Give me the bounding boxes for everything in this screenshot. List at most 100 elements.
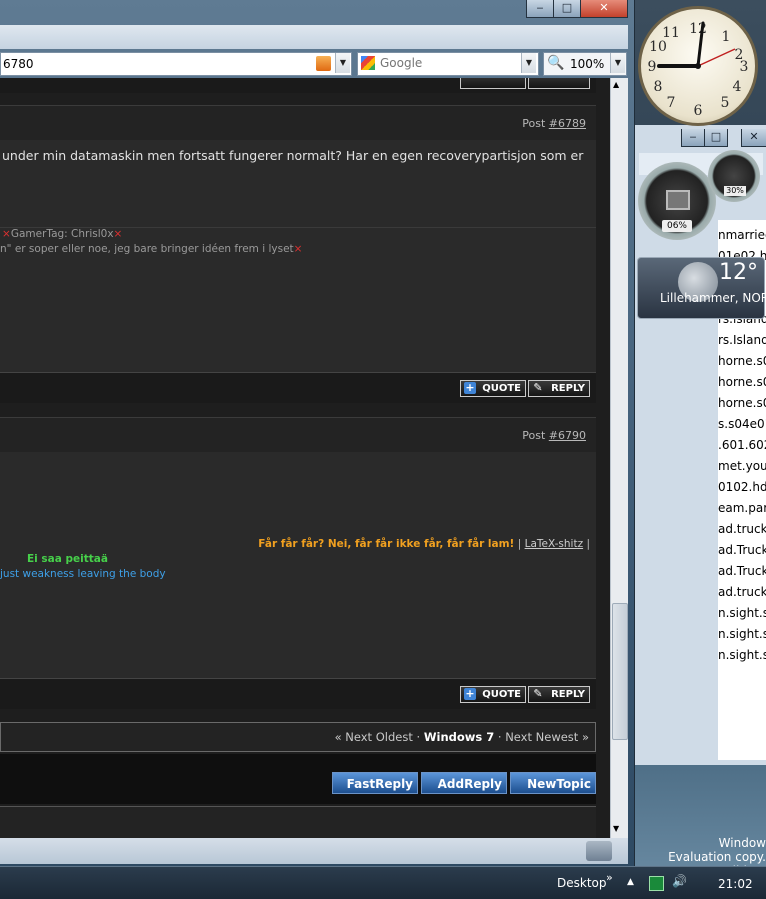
file-list-item[interactable]: ad.trucke (718, 522, 766, 542)
signature-line: n" er soper eller noe, jeg bare bringer … (0, 243, 303, 255)
trash-icon[interactable] (586, 841, 612, 861)
quote-button[interactable]: + QUOTE (460, 686, 526, 703)
next-oldest-link[interactable]: « Next Oldest (335, 730, 413, 744)
file-list-item[interactable]: horne.s01 (718, 354, 766, 374)
volume-icon[interactable]: 🔊 (672, 874, 687, 888)
post-text: under min datamaskin men fortsatt funger… (2, 148, 584, 163)
post-header: Post #6789 (0, 105, 596, 141)
file-list-item[interactable]: n.sight.s (718, 606, 766, 626)
google-icon (361, 56, 375, 70)
file-list-item[interactable]: horne.s01 (718, 375, 766, 395)
signature-line: just weakness leaving the body (0, 568, 166, 580)
svg-text:9: 9 (648, 59, 657, 75)
svg-text:6: 6 (694, 103, 703, 119)
file-list-item[interactable]: ad.trucke (718, 585, 766, 605)
cross-icon: × (2, 228, 11, 240)
browser-window[interactable]: ‒ □ ✕ 6780 ▼ ▼ 🔍 100% ▼ Post #6789 under… (0, 0, 635, 866)
svg-text:8: 8 (654, 79, 663, 95)
desktop-toolbar-label[interactable]: Desktop (557, 876, 607, 890)
show-hidden-icons-icon[interactable]: ▲ (627, 877, 634, 887)
minimize-icon[interactable]: ‒ (681, 129, 705, 147)
topic-link[interactable]: Windows 7 (424, 730, 494, 744)
signature-line: Får får får? Nei, får får ikke får, får … (258, 538, 590, 550)
file-list-item[interactable]: 0102.hdt (718, 480, 766, 500)
vertical-scrollbar[interactable]: ▲ ▼ (610, 78, 628, 838)
quote-button[interactable] (460, 78, 526, 89)
taskbar: Desktop » ▲ 🔊 21:02 (0, 866, 766, 899)
file-list-item[interactable]: rs.Island (718, 333, 766, 353)
maximize-icon[interactable]: □ (553, 0, 581, 18)
file-list-item[interactable]: .601.602. (718, 438, 766, 458)
svg-text:3: 3 (740, 59, 749, 75)
topic-nav-links: « Next Oldest · Windows 7 · Next Newest … (334, 730, 589, 744)
cpu-chip-icon (666, 190, 690, 210)
explorer-titlebar[interactable]: ‒ □ ✕ (643, 129, 766, 147)
file-list-item[interactable]: horne.s01 (718, 396, 766, 416)
reply-button[interactable]: ✎ REPLY (528, 380, 590, 397)
file-list-item[interactable]: s.s04e01 (718, 417, 766, 437)
chevron-down-icon[interactable]: ▼ (613, 824, 619, 833)
chevron-down-icon[interactable]: ▼ (335, 53, 350, 73)
minimize-icon[interactable]: ‒ (526, 0, 554, 18)
post-number: Post #6790 (522, 429, 586, 442)
file-list-item[interactable]: eam.para (718, 501, 766, 521)
svg-text:11: 11 (662, 25, 680, 41)
chevron-down-icon[interactable]: ▼ (521, 53, 536, 73)
search-box[interactable]: ▼ (357, 52, 539, 76)
page-bottom-panel (0, 806, 596, 838)
chevron-down-icon[interactable]: ▼ (610, 53, 625, 73)
search-input[interactable] (380, 55, 515, 71)
address-bar[interactable]: 6780 ▼ (0, 52, 352, 76)
maximize-icon[interactable]: □ (704, 129, 728, 147)
cpu-gauge: 06% (638, 162, 716, 240)
post-link[interactable]: #6789 (549, 117, 586, 130)
post-header: Post #6790 (0, 417, 596, 453)
quote-button[interactable]: + QUOTE (460, 380, 526, 397)
svg-text:4: 4 (733, 79, 742, 95)
pencil-icon: ✎ (533, 381, 543, 394)
svg-text:1: 1 (722, 29, 731, 45)
scrollbar-thumb[interactable] (612, 603, 628, 740)
svg-text:10: 10 (649, 39, 667, 55)
post-footer: + QUOTE ✎ REPLY (0, 372, 596, 403)
memory-percent: 30% (724, 186, 746, 196)
clock-time[interactable]: 21:02 (718, 877, 753, 891)
post-number: Post #6789 (522, 117, 586, 130)
post-link[interactable]: #6790 (549, 429, 586, 442)
latex-link[interactable]: LaTeX-shitz (525, 538, 584, 550)
close-icon[interactable]: ✕ (741, 129, 766, 147)
file-list-item[interactable]: n.sight.s (718, 627, 766, 647)
file-list-item[interactable]: met.you (718, 459, 766, 479)
file-list-item[interactable]: ad.Truck (718, 564, 766, 584)
file-list-item[interactable]: n.sight.s (718, 648, 766, 668)
reply-button[interactable]: ✎ REPLY (528, 686, 590, 703)
browser-titlebar[interactable]: ‒ □ ✕ (0, 0, 632, 22)
fast-reply-button[interactable]: FastReply (332, 772, 418, 794)
signature-line: ×GamerTag: Chrisl0x× (2, 228, 123, 240)
zoom-control[interactable]: 🔍 100% ▼ (543, 52, 627, 76)
network-icon[interactable] (649, 876, 664, 891)
file-list-item[interactable]: ad.Truck (718, 543, 766, 563)
new-topic-button[interactable]: NewTopic (510, 772, 596, 794)
cross-icon: × (293, 243, 303, 255)
rss-icon[interactable] (316, 56, 331, 71)
reply-button[interactable] (528, 78, 590, 89)
zoom-level: 100% (570, 57, 605, 71)
post-footer: + QUOTE ✎ REPLY (0, 678, 596, 709)
pencil-icon: ✎ (533, 687, 543, 700)
chevron-up-icon[interactable]: ▲ (613, 80, 619, 89)
svg-text:7: 7 (667, 95, 676, 111)
plus-icon: + (464, 381, 476, 394)
close-icon[interactable]: ✕ (580, 0, 628, 18)
add-reply-button[interactable]: AddReply (421, 772, 507, 794)
svg-text:5: 5 (721, 95, 730, 111)
clock-gadget[interactable]: 12 1 2 345 678 9 10 11 (638, 6, 758, 126)
topic-navigation: « Next Oldest · Windows 7 · Next Newest … (0, 722, 596, 752)
temperature: 12° (719, 260, 758, 285)
chevron-right-icon[interactable]: » (606, 871, 613, 884)
weather-gadget[interactable]: 12° Lillehammer, NOR (637, 257, 766, 319)
address-text: 6780 (3, 57, 34, 71)
signature-line: Ei saa peittaä (27, 553, 108, 565)
next-newest-link[interactable]: Next Newest » (505, 730, 589, 744)
cpu-meter-gadget[interactable]: 06% 30% (636, 150, 766, 252)
